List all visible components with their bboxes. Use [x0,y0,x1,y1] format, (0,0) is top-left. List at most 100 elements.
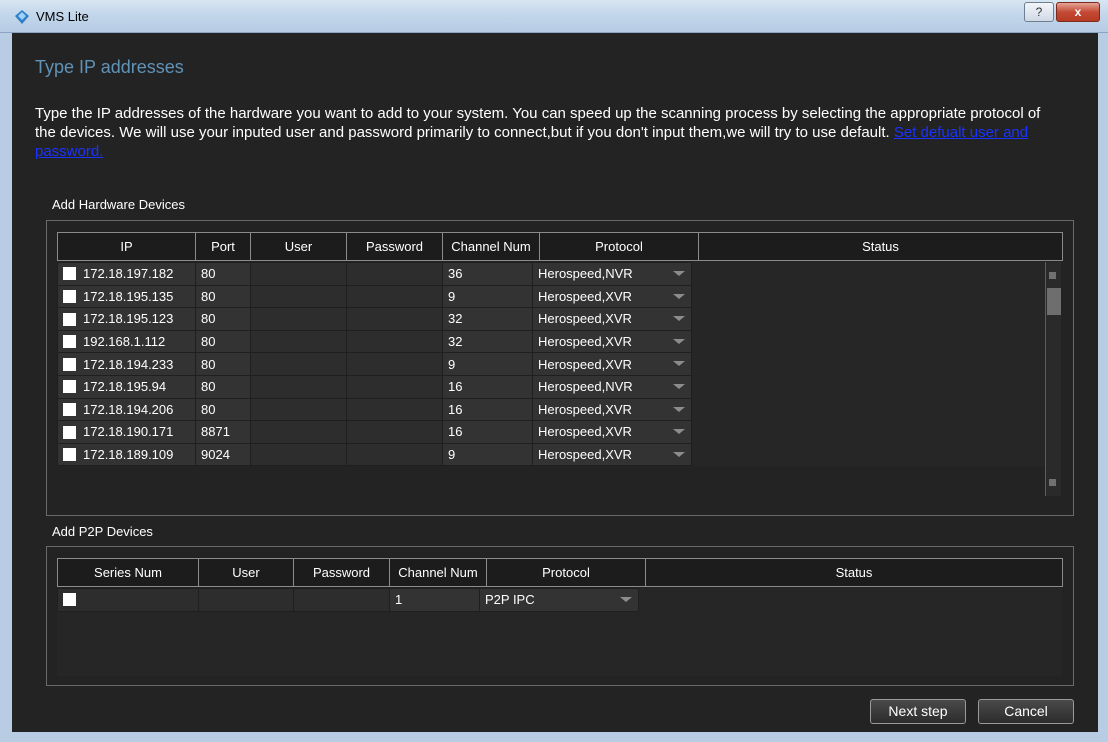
ip-cell[interactable]: 172.18.195.135 [57,284,196,309]
table-row[interactable]: 172.18.195.123 80 32 Herospeed,XVR [57,307,1045,331]
chevron-down-icon[interactable] [673,316,685,322]
table-row[interactable]: 192.168.1.112 80 32 Herospeed,XVR [57,329,1045,354]
col-user[interactable]: User [250,232,347,261]
chevron-down-icon[interactable] [673,338,685,344]
col-series-num[interactable]: Series Num [57,558,199,587]
scroll-down-arrow-icon[interactable] [1049,479,1056,486]
hardware-scrollbar[interactable] [1045,262,1061,496]
user-cell[interactable] [250,442,347,467]
table-row[interactable]: 172.18.195.135 80 9 Herospeed,XVR [57,284,1045,309]
user-cell[interactable] [250,284,347,309]
scroll-thumb[interactable] [1047,288,1061,315]
col-channel-num[interactable]: Channel Num [442,232,540,261]
series-cell[interactable] [57,588,199,612]
protocol-dropdown[interactable]: Herospeed,XVR [532,352,692,376]
table-row[interactable]: 172.18.194.233 80 9 Herospeed,XVR [57,352,1045,376]
row-checkbox[interactable] [63,312,76,326]
ip-cell[interactable]: 172.18.195.94 [57,374,196,399]
protocol-dropdown[interactable]: Herospeed,XVR [532,284,692,309]
password-cell[interactable] [346,284,443,309]
chevron-down-icon[interactable] [673,406,685,412]
password-cell[interactable] [293,588,390,612]
channel-cell[interactable]: 1 [389,588,480,612]
table-row[interactable]: 172.18.195.94 80 16 Herospeed,NVR [57,374,1045,399]
protocol-dropdown[interactable]: Herospeed,XVR [532,329,692,354]
ip-cell[interactable]: 172.18.194.233 [57,352,196,376]
channel-cell[interactable]: 36 [442,262,533,286]
password-cell[interactable] [346,442,443,467]
row-checkbox[interactable] [63,402,76,416]
user-cell[interactable] [250,352,347,376]
table-row[interactable]: 172.18.197.182 80 36 Herospeed,NVR [57,262,1045,286]
row-checkbox[interactable] [63,357,76,371]
password-cell[interactable] [346,329,443,354]
table-row[interactable]: 172.18.190.171 8871 16 Herospeed,XVR [57,420,1045,444]
user-cell[interactable] [250,329,347,354]
channel-cell[interactable]: 32 [442,329,533,354]
col-status[interactable]: Status [645,558,1063,587]
ip-cell[interactable]: 192.168.1.112 [57,329,196,354]
protocol-dropdown[interactable]: Herospeed,XVR [532,442,692,467]
channel-cell[interactable]: 16 [442,374,533,399]
port-cell[interactable]: 80 [195,307,251,331]
ip-cell[interactable]: 172.18.195.123 [57,307,196,331]
col-protocol[interactable]: Protocol [539,232,699,261]
protocol-dropdown[interactable]: Herospeed,NVR [532,374,692,399]
user-cell[interactable] [250,307,347,331]
password-cell[interactable] [346,352,443,376]
channel-cell[interactable]: 32 [442,307,533,331]
channel-cell[interactable]: 9 [442,284,533,309]
col-password[interactable]: Password [346,232,443,261]
chevron-down-icon[interactable] [673,383,685,389]
row-checkbox[interactable] [63,267,76,281]
chevron-down-icon[interactable] [673,293,685,299]
channel-cell[interactable]: 9 [442,352,533,376]
row-checkbox[interactable] [63,448,76,462]
password-cell[interactable] [346,397,443,422]
col-user[interactable]: User [198,558,294,587]
channel-cell[interactable]: 16 [442,420,533,444]
password-cell[interactable] [346,374,443,399]
row-checkbox[interactable] [63,593,76,607]
ip-cell[interactable]: 172.18.197.182 [57,262,196,286]
next-step-button[interactable]: Next step [870,699,966,724]
port-cell[interactable]: 80 [195,284,251,309]
close-button[interactable]: x [1056,2,1100,22]
col-protocol[interactable]: Protocol [486,558,646,587]
row-checkbox[interactable] [63,425,76,439]
col-channel-num[interactable]: Channel Num [389,558,487,587]
password-cell[interactable] [346,262,443,286]
chevron-down-icon[interactable] [673,271,685,276]
protocol-dropdown[interactable]: Herospeed,XVR [532,307,692,331]
col-port[interactable]: Port [195,232,251,261]
port-cell[interactable]: 8871 [195,420,251,444]
col-ip[interactable]: IP [57,232,196,261]
ip-cell[interactable]: 172.18.190.171 [57,420,196,444]
user-cell[interactable] [250,397,347,422]
user-cell[interactable] [198,588,294,612]
help-button[interactable]: ? [1024,2,1054,22]
row-checkbox[interactable] [63,289,76,303]
col-status[interactable]: Status [698,232,1063,261]
port-cell[interactable]: 80 [195,329,251,354]
scroll-up-arrow-icon[interactable] [1049,272,1056,279]
port-cell[interactable]: 80 [195,397,251,422]
password-cell[interactable] [346,420,443,444]
protocol-dropdown[interactable]: Herospeed,XVR [532,397,692,422]
table-row[interactable]: 172.18.189.109 9024 9 Herospeed,XVR [57,442,1045,467]
password-cell[interactable] [346,307,443,331]
table-row[interactable]: 1 P2P IPC [57,588,1062,612]
table-row[interactable]: 172.18.194.206 80 16 Herospeed,XVR [57,397,1045,422]
cancel-button[interactable]: Cancel [978,699,1074,724]
protocol-dropdown[interactable]: Herospeed,NVR [532,262,692,286]
channel-cell[interactable]: 16 [442,397,533,422]
ip-cell[interactable]: 172.18.194.206 [57,397,196,422]
user-cell[interactable] [250,262,347,286]
chevron-down-icon[interactable] [673,429,685,435]
protocol-dropdown[interactable]: P2P IPC [479,588,639,612]
ip-cell[interactable]: 172.18.189.109 [57,442,196,467]
port-cell[interactable]: 80 [195,352,251,376]
user-cell[interactable] [250,420,347,444]
channel-cell[interactable]: 9 [442,442,533,467]
chevron-down-icon[interactable] [620,597,632,602]
